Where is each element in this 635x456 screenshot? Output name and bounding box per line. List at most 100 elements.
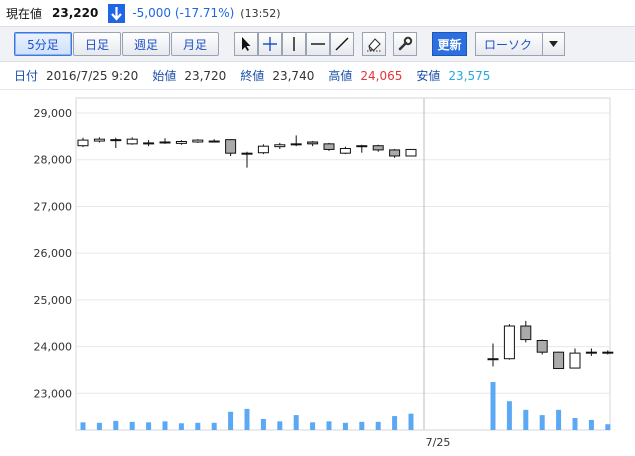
candle-body (356, 145, 368, 148)
volume-bar (162, 421, 168, 430)
volume-bar (80, 422, 86, 430)
volume-bar (539, 415, 545, 430)
y-tick-label: 27,000 (34, 200, 73, 213)
wrench-icon (398, 36, 413, 51)
volume-bar (556, 409, 562, 430)
open-value: 23,720 (184, 68, 227, 83)
price-change-time: (13:52) (240, 6, 281, 20)
price-label: 現在値 (6, 6, 43, 21)
candle-body (274, 144, 286, 148)
volume-bar (129, 421, 135, 430)
volume-bar (572, 418, 578, 430)
y-tick-label: 24,000 (34, 341, 73, 354)
trend-line-icon (335, 37, 349, 51)
chart-toolbar: 5分足 日足 週足 月足 更新 ローソク (0, 26, 635, 62)
candle-body (143, 142, 155, 145)
period-5min-button[interactable]: 5分足 (14, 32, 72, 56)
volume-bar (178, 423, 184, 430)
chevron-down-icon (542, 33, 564, 55)
volume-bar (342, 422, 348, 430)
y-tick-label: 28,000 (34, 154, 73, 167)
candle-body (487, 358, 499, 361)
candle-body (257, 145, 269, 154)
candle-body (175, 141, 187, 144)
volume-bar (277, 421, 283, 430)
candle-body (372, 145, 384, 151)
open-label: 始値 (152, 69, 177, 83)
candle-body (307, 141, 319, 145)
volume-bar (195, 422, 201, 430)
high-value: 24,065 (360, 68, 403, 83)
candle-body (225, 139, 237, 154)
period-weekly-button[interactable]: 週足 (122, 32, 170, 56)
candle-body (536, 340, 548, 353)
candle-body (290, 143, 302, 146)
candle-body (389, 149, 401, 157)
volume-bar (96, 422, 102, 430)
candle-body (93, 138, 105, 142)
down-arrow-icon (108, 3, 126, 23)
candle-body (339, 148, 351, 154)
pointer-icon (242, 37, 251, 51)
candle-body (323, 143, 335, 150)
price-change: -5,000 (-17.71%) (132, 6, 235, 20)
volume-bar (605, 424, 611, 430)
volume-bar (293, 415, 299, 430)
volume-bar (523, 409, 529, 430)
y-tick-label: 26,000 (34, 247, 73, 260)
volume-bar (359, 421, 365, 430)
candle-body (77, 139, 89, 147)
volume-bar (211, 422, 217, 430)
close-value: 23,740 (272, 68, 315, 83)
vertical-line-tool-button[interactable] (282, 32, 306, 56)
chart-type-select[interactable]: ローソク (475, 32, 565, 56)
y-tick-label: 25,000 (34, 294, 73, 307)
volume-bar (146, 422, 152, 430)
high-label: 高値 (328, 69, 353, 83)
volume-bar (260, 418, 266, 430)
close-label: 終値 (240, 69, 265, 83)
candle-body (602, 351, 614, 354)
volume-bar (326, 421, 332, 430)
ohlc-info-bar: 日付 2016/7/25 9:20 始値 23,720 終値 23,740 高値… (0, 62, 635, 90)
volume-bar (490, 382, 496, 430)
candle-body (110, 139, 122, 142)
volume-bar (392, 416, 398, 430)
volume-bar (310, 422, 316, 430)
volume-bar (244, 408, 250, 430)
candle-body (585, 351, 597, 354)
horizontal-line-tool-button[interactable] (306, 32, 330, 56)
pointer-tool-button[interactable] (234, 32, 258, 56)
candlestick-chart[interactable]: 23,000 24,000 25,000 26,000 27,000 28,000 29,0… (0, 90, 635, 456)
update-button[interactable]: 更新 (432, 32, 467, 56)
volume-bar (506, 401, 512, 430)
candle-body (520, 325, 532, 341)
y-tick-label: 29,000 (34, 107, 73, 120)
price-value: 23,220 (52, 6, 99, 20)
candle-body (241, 152, 253, 155)
candle-body (159, 141, 171, 144)
x-tick-label: 7/25 (426, 436, 451, 449)
low-value: 23,575 (448, 68, 491, 83)
volume-bar (228, 411, 234, 430)
candle-body (553, 351, 565, 370)
crosshair-icon (263, 37, 277, 51)
settings-tool-button[interactable] (393, 32, 417, 56)
vertical-line-icon (293, 37, 295, 51)
trend-line-tool-button[interactable] (330, 32, 354, 56)
period-daily-button[interactable]: 日足 (73, 32, 121, 56)
candle-body (208, 140, 220, 143)
crosshair-tool-button[interactable] (258, 32, 282, 56)
candle-body (126, 138, 138, 145)
volume-bar (113, 420, 119, 430)
low-label: 安値 (416, 69, 441, 83)
candle-body (569, 352, 581, 369)
eraser-tool-button[interactable] (362, 32, 386, 56)
volume-bar (408, 413, 414, 430)
volume-bar (375, 421, 381, 430)
period-monthly-button[interactable]: 月足 (171, 32, 219, 56)
volume-bar (588, 419, 594, 430)
candle-body (192, 139, 204, 143)
date-value: 2016/7/25 9:20 (46, 68, 139, 83)
date-label: 日付 (14, 69, 39, 83)
